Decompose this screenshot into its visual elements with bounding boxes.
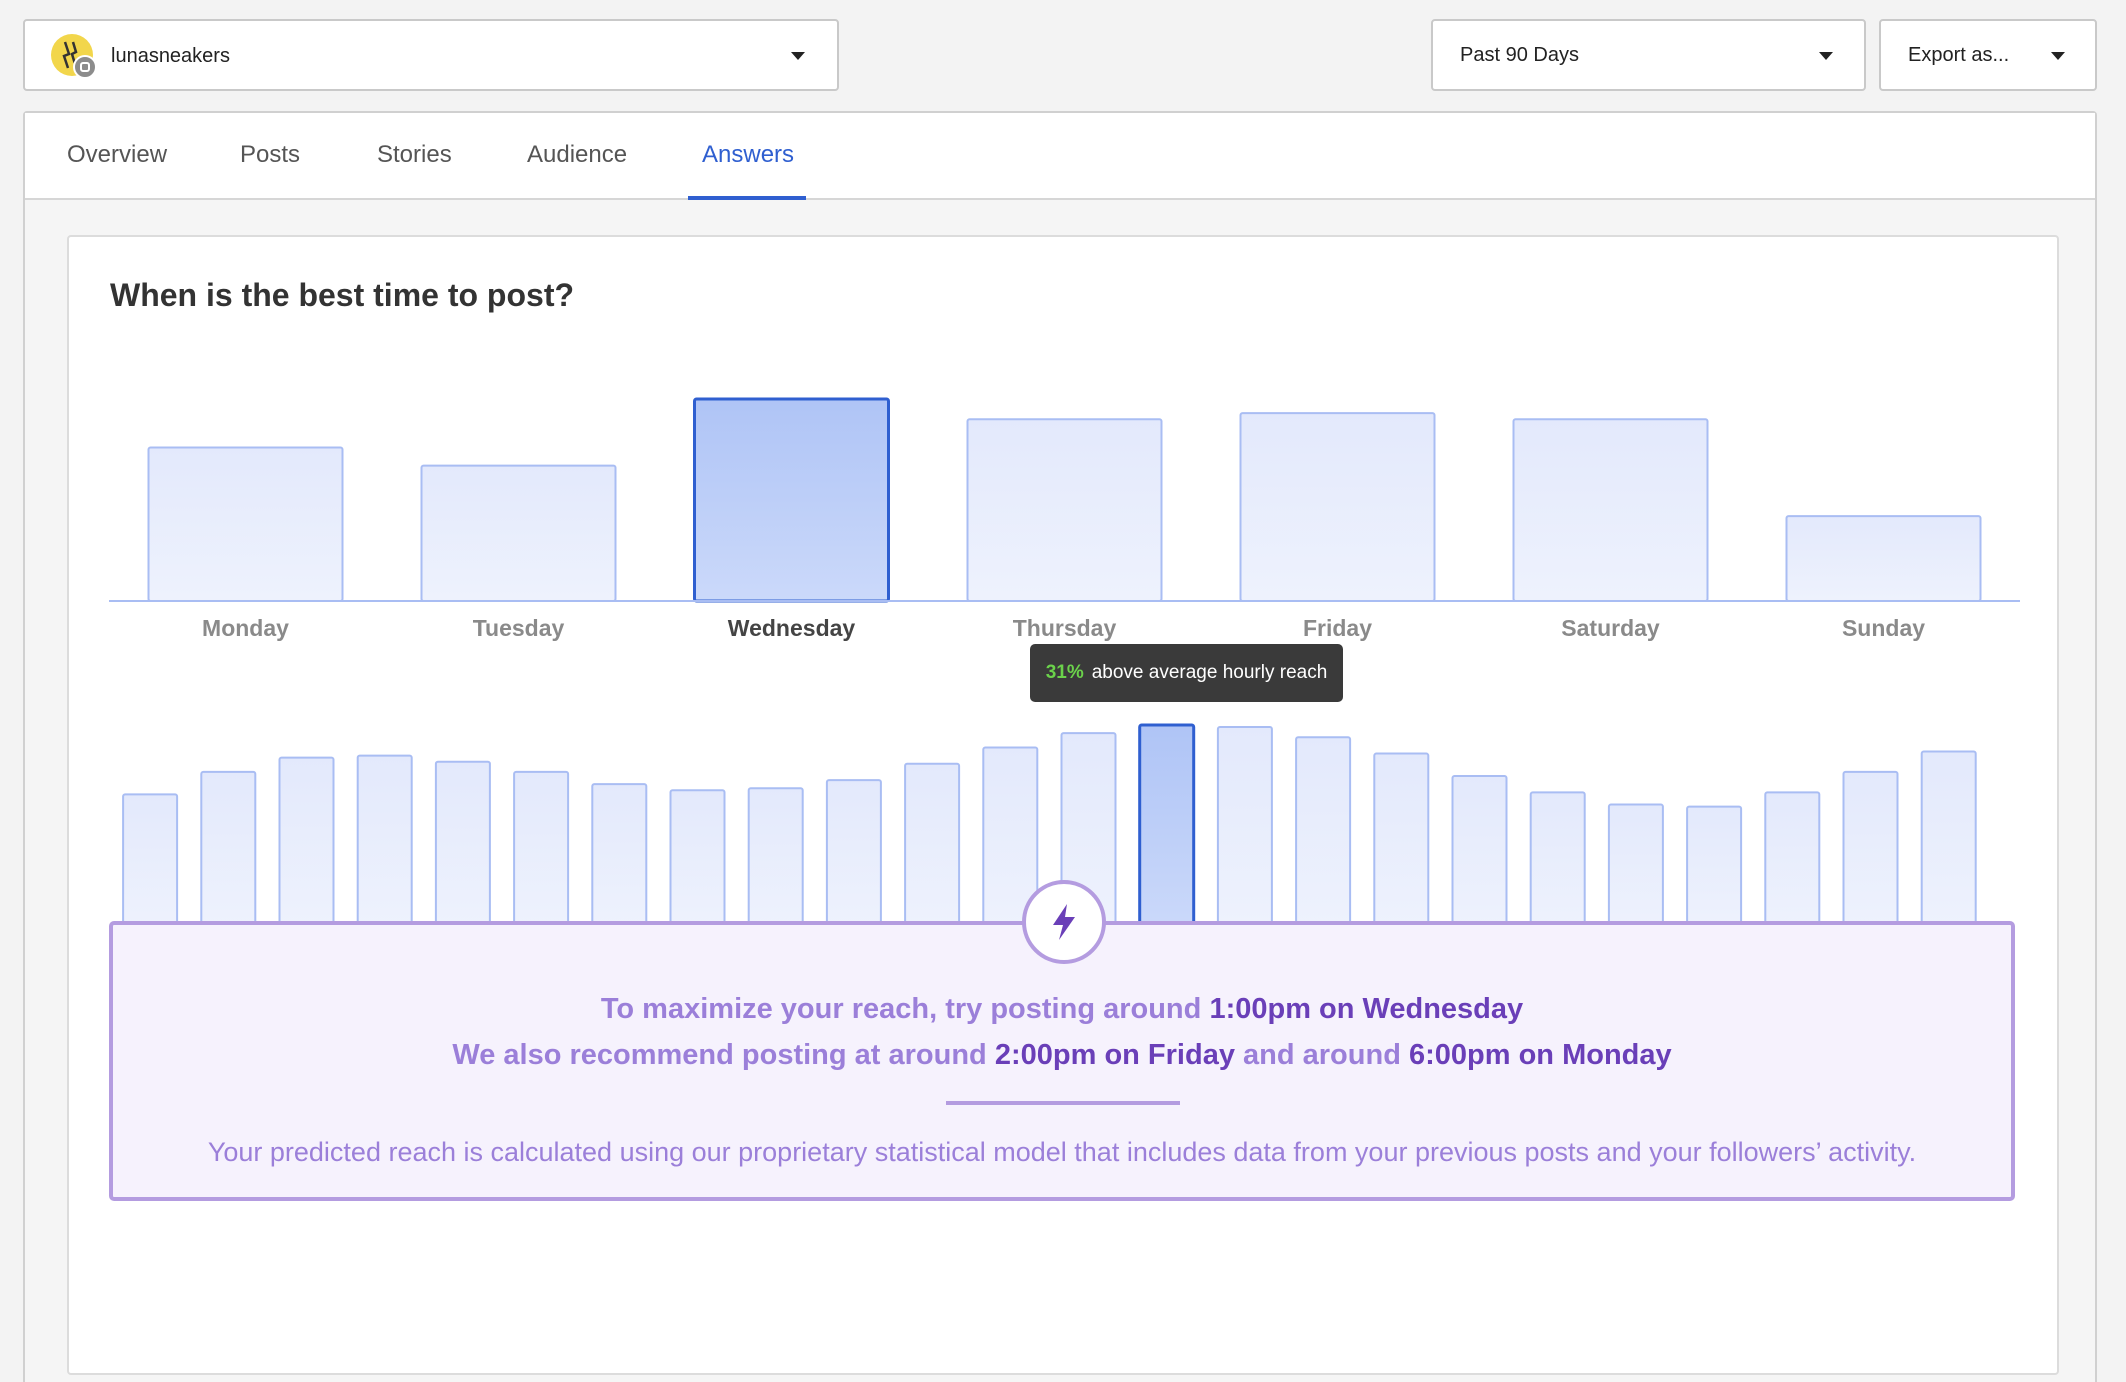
account-selector[interactable]: lunasneakers (23, 19, 839, 91)
hour-bar-7pm[interactable] (1607, 803, 1664, 930)
chevron-down-icon (1819, 52, 1833, 60)
reach-tooltip: 31% above average hourly reach (1030, 644, 1343, 702)
hour-bar-11pm[interactable] (1920, 750, 1977, 931)
tab-posts[interactable]: Posts (240, 141, 300, 169)
hour-bar-2pm[interactable] (1216, 726, 1273, 931)
export-button[interactable]: Export as... (1879, 19, 2097, 91)
hour-bar-4pm[interactable] (1373, 752, 1430, 930)
lightning-icon (1022, 880, 1106, 964)
tooltip-text: above average hourly reach (1091, 662, 1328, 683)
hour-bar-8pm[interactable] (1686, 805, 1743, 930)
reco-secondary-time-2: 6:00pm on Monday (1408, 1039, 1672, 1071)
hour-bar-6pm[interactable] (1529, 791, 1586, 930)
hour-bar-3am[interactable] (356, 754, 413, 930)
reco-primary-time: 1:00pm on Wednesday (1209, 993, 1524, 1025)
reco-line2-mid: and around (1243, 1039, 1401, 1071)
tab-stories[interactable]: Stories (377, 141, 452, 169)
hour-bar-9am[interactable] (825, 779, 882, 931)
best-time-card: When is the best time to post? Monday Tue… (67, 235, 2059, 1375)
divider (946, 1101, 1180, 1105)
chevron-down-icon (791, 52, 805, 60)
hour-bar-5am[interactable] (513, 770, 570, 930)
account-name: lunasneakers (111, 45, 230, 67)
hour-bar-9pm[interactable] (1764, 791, 1821, 930)
reco-secondary-time-1: 2:00pm on Friday (994, 1039, 1235, 1071)
hour-bar-2am[interactable] (278, 756, 335, 931)
export-label: Export as... (1908, 44, 2010, 66)
date-range-select[interactable]: Past 90 Days (1431, 19, 1866, 91)
hour-bar-6am[interactable] (591, 783, 648, 930)
hour-bar-12am[interactable] (122, 793, 179, 930)
tab-answers[interactable]: Answers (702, 141, 794, 169)
analytics-panel: Overview Posts Stories Audience Answers … (23, 111, 2097, 1382)
hour-bar-8am[interactable] (747, 787, 804, 930)
chevron-down-icon (2051, 52, 2065, 60)
reco-line1-prefix: To maximize your reach, try posting arou… (600, 993, 1202, 1025)
tab-audience[interactable]: Audience (527, 141, 627, 169)
active-tab-indicator (688, 196, 806, 200)
instagram-icon (73, 55, 97, 79)
hour-bar-1am[interactable] (200, 770, 257, 930)
hour-bar-10am[interactable] (904, 762, 961, 931)
reco-footnote: Your predicted reach is calculated using… (207, 1137, 1917, 1167)
hour-bar-3pm[interactable] (1295, 736, 1352, 930)
recommendation-secondary: We also recommend posting at around 2:00… (113, 1039, 2011, 1072)
tooltip-percent: 31% (1045, 662, 1084, 683)
hour-bar-10pm[interactable] (1842, 770, 1899, 930)
tab-overview[interactable]: Overview (67, 141, 167, 169)
date-range-label: Past 90 Days (1460, 44, 1579, 66)
recommendation-primary: To maximize your reach, try posting arou… (113, 993, 2011, 1026)
hour-bar-4am[interactable] (434, 760, 491, 930)
hour-bar-1pm[interactable] (1138, 723, 1196, 931)
hour-bar-5pm[interactable] (1451, 775, 1508, 930)
hour-bar-7am[interactable] (669, 789, 726, 931)
reco-line2-prefix: We also recommend posting at around (452, 1039, 987, 1071)
tab-bar: Overview Posts Stories Audience Answers (25, 113, 2095, 200)
